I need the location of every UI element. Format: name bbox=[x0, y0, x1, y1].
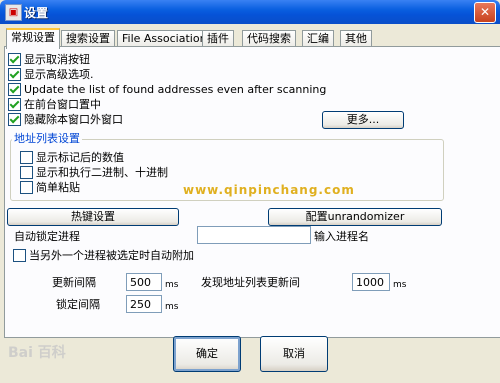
checkbox-box[interactable] bbox=[8, 53, 21, 66]
checkbox-box[interactable] bbox=[8, 98, 21, 111]
title-bar: ▣ 设置 ✕ bbox=[0, 0, 500, 24]
tab-other[interactable]: 其他 bbox=[340, 30, 372, 47]
checkbox-label: 简单粘贴 bbox=[36, 181, 80, 194]
checkbox-box[interactable] bbox=[8, 83, 21, 96]
site-watermark: www.qinpinchang.com bbox=[183, 183, 355, 197]
simple-paste-checkbox[interactable]: 简单粘贴 bbox=[20, 181, 80, 194]
checkbox-box[interactable] bbox=[13, 249, 26, 262]
checkbox-box[interactable] bbox=[8, 113, 21, 126]
freeze-interval-label: 锁定间隔 bbox=[56, 298, 100, 311]
show-binary-decimal-checkbox[interactable]: 显示和执行二进制、十进制 bbox=[20, 166, 168, 179]
auto-attach-hint: 输入进程名 bbox=[314, 230, 369, 243]
auto-attach-on-select-checkbox[interactable]: 当另外一个进程被选定时自动附加 bbox=[13, 249, 194, 262]
update-interval-input[interactable]: 500 bbox=[126, 273, 162, 291]
ok-button[interactable]: 确定 bbox=[173, 336, 241, 372]
checkbox-label: 显示高级选项. bbox=[24, 68, 94, 81]
tab-scan[interactable]: 搜索设置 bbox=[61, 30, 115, 47]
center-foreground-checkbox[interactable]: 在前台窗口置中 bbox=[8, 98, 101, 111]
auto-attach-process-input[interactable] bbox=[197, 226, 311, 244]
checkbox-label: 隐藏除本窗口外窗口 bbox=[24, 113, 123, 126]
found-list-interval-unit: ms bbox=[393, 280, 407, 290]
checkbox-label: 显示取消按钮 bbox=[24, 53, 90, 66]
close-button[interactable]: ✕ bbox=[474, 2, 496, 23]
checkbox-label: Update the list of found addresses even … bbox=[24, 83, 327, 96]
address-list-group-label: 地址列表设置 bbox=[12, 132, 82, 145]
hotkey-settings-button[interactable]: 热键设置 bbox=[7, 208, 179, 226]
update-interval-unit: ms bbox=[165, 280, 179, 290]
app-icon: ▣ bbox=[5, 4, 22, 21]
show-advanced-checkbox[interactable]: 显示高级选项. bbox=[8, 68, 94, 81]
tab-plugins[interactable]: 插件 bbox=[202, 30, 234, 47]
update-interval-label: 更新间隔 bbox=[52, 276, 96, 289]
checkbox-box[interactable] bbox=[8, 68, 21, 81]
checkbox-box[interactable] bbox=[20, 181, 33, 194]
checkbox-box[interactable] bbox=[20, 151, 33, 164]
more-button[interactable]: 更多... bbox=[322, 111, 404, 129]
auto-attach-label: 自动锁定进程 bbox=[14, 230, 80, 243]
found-list-interval-label: 发现地址列表更新间 bbox=[201, 276, 300, 289]
checkbox-label: 在前台窗口置中 bbox=[24, 98, 101, 111]
show-cancel-checkbox[interactable]: 显示取消按钮 bbox=[8, 53, 90, 66]
configure-unrandomizer-button[interactable]: 配置unrandomizer bbox=[268, 208, 442, 226]
freeze-interval-input[interactable]: 250 bbox=[126, 295, 162, 313]
tab-code-finder[interactable]: 代码搜索 bbox=[242, 30, 296, 47]
cancel-button[interactable]: 取消 bbox=[260, 336, 328, 372]
tab-assembler[interactable]: 汇编 bbox=[302, 30, 334, 47]
checkbox-label: 显示标记后的数值 bbox=[36, 151, 124, 164]
window-title: 设置 bbox=[24, 6, 49, 20]
baidu-watermark: Bai 百科 bbox=[8, 345, 66, 361]
checkbox-label: 显示和执行二进制、十进制 bbox=[36, 166, 168, 179]
checkbox-box[interactable] bbox=[20, 166, 33, 179]
checkbox-label: 当另外一个进程被选定时自动附加 bbox=[29, 249, 194, 262]
tab-strip: 常规设置 搜索设置 File Associations 插件 代码搜索 汇编 其… bbox=[6, 28, 500, 49]
found-list-interval-input[interactable]: 1000 bbox=[352, 273, 390, 291]
hide-other-windows-checkbox[interactable]: 隐藏除本窗口外窗口 bbox=[8, 113, 123, 126]
tab-general[interactable]: 常规设置 bbox=[6, 28, 60, 49]
freeze-interval-unit: ms bbox=[165, 302, 179, 312]
update-found-list-checkbox[interactable]: Update the list of found addresses even … bbox=[8, 83, 326, 96]
show-marked-values-checkbox[interactable]: 显示标记后的数值 bbox=[20, 151, 124, 164]
